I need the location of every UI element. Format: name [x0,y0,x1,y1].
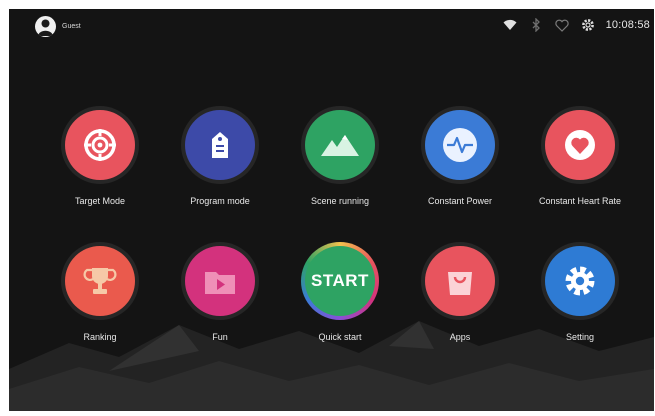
bluetooth-icon [528,17,544,33]
tile-label: Scene running [310,196,370,206]
tile-ring [181,242,259,320]
tile-constant-heart-rate[interactable]: Constant Heart Rate [525,106,635,206]
avatar [35,16,56,37]
tile-ranking[interactable]: Ranking [45,242,155,342]
tile-ring [61,106,139,184]
user-profile[interactable]: Guest [35,16,81,37]
tile-ring [421,106,499,184]
program-tag-icon [185,110,255,180]
tile-program-mode[interactable]: Program mode [165,106,275,206]
play-folder-icon [185,246,255,316]
home-screen: Guest 10:08:58 Target Mode Program mode … [9,9,654,411]
tile-label: Program mode [190,196,250,206]
tile-constant-power[interactable]: Constant Power [405,106,515,206]
tile-ring: START [301,242,379,320]
settings-gear-icon[interactable] [580,17,596,33]
heart-rate-icon [554,17,570,33]
tile-ring [541,106,619,184]
shopping-bag-icon [425,246,495,316]
tile-ring [181,106,259,184]
heart-icon [545,110,615,180]
tile-scene-running[interactable]: Scene running [285,106,395,206]
tile-label: Setting [565,332,595,342]
tile-ring [541,242,619,320]
tile-apps[interactable]: Apps [405,242,515,342]
tile-ring [421,242,499,320]
tile-label: Target Mode [74,196,126,206]
trophy-icon [65,246,135,316]
clock: 10:08:58 [605,19,650,31]
tile-ring [301,106,379,184]
tile-label: Apps [449,332,471,342]
tile-label: Constant Heart Rate [538,196,622,206]
start-label: START [311,271,369,290]
target-icon [65,110,135,180]
user-name: Guest [62,23,81,30]
tile-fun[interactable]: Fun [165,242,275,342]
tile-label: Fun [212,332,228,342]
mountain-icon [305,110,375,180]
tile-label: Constant Power [427,196,493,206]
gear-icon [545,246,615,316]
tile-label: Quick start [318,332,362,342]
tile-target-mode[interactable]: Target Mode [45,106,155,206]
status-bar: Guest 10:08:58 [9,9,654,41]
tile-setting[interactable]: Setting [525,242,635,342]
tile-label: Ranking [83,332,117,342]
user-icon [38,19,53,36]
tile-ring [61,242,139,320]
pulse-icon [425,110,495,180]
start-badge: START [305,246,375,316]
tile-quick-start[interactable]: START Quick start [285,242,395,342]
wifi-icon [502,17,518,33]
